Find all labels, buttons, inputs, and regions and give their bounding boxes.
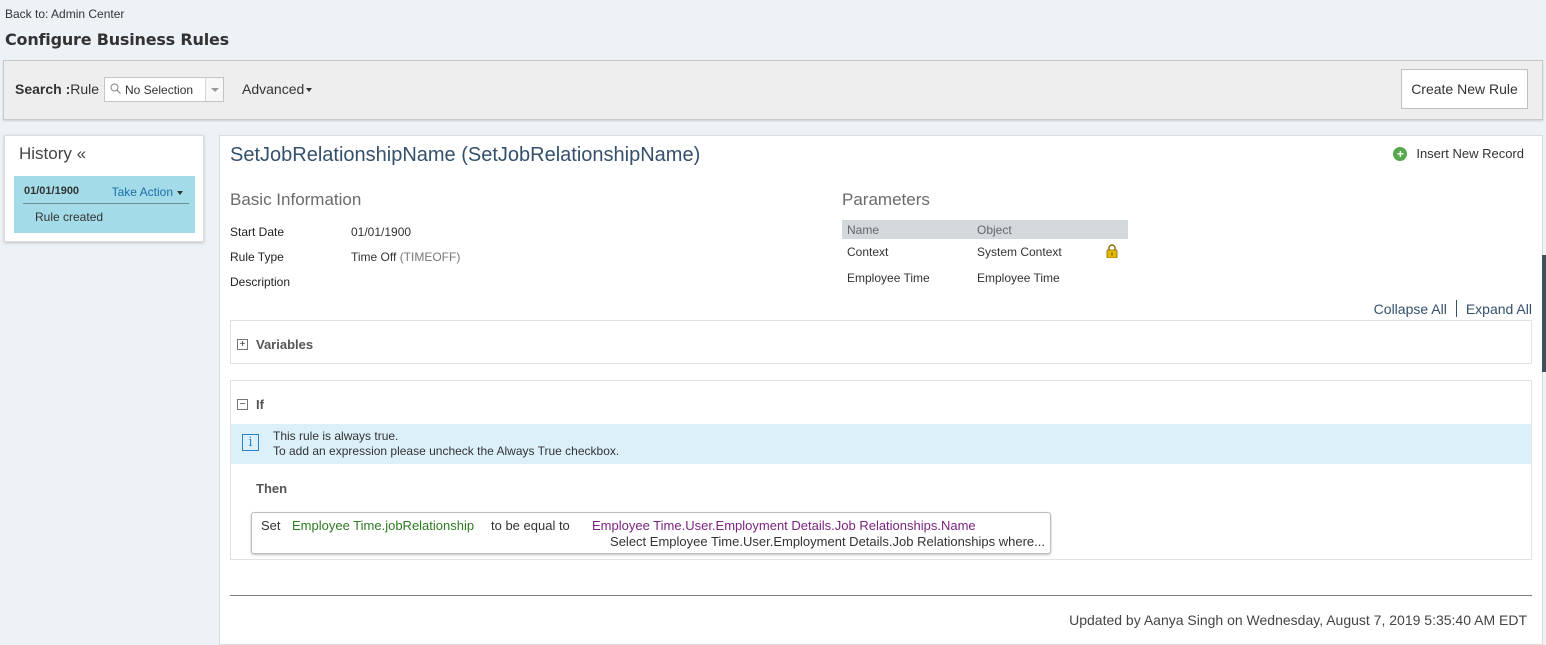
history-date: 01/01/1900 — [24, 185, 80, 197]
search-toolbar: Search :Rule No Selection Advanced Creat… — [3, 60, 1543, 120]
divider — [230, 595, 1532, 596]
rule-title: SetJobRelationshipName (SetJobRelationsh… — [230, 144, 701, 166]
collapse-all-link[interactable]: Collapse All — [1374, 301, 1447, 317]
parameter-object: System Context — [977, 245, 1062, 259]
rule-detail-panel: SetJobRelationshipName (SetJobRelationsh… — [219, 135, 1543, 645]
history-entry: 01/01/1900 Take Action Rule created — [14, 176, 195, 233]
parameter-object: Employee Time — [977, 271, 1060, 285]
advanced-menu-button[interactable]: Advanced — [242, 81, 313, 97]
expression-select-filter[interactable]: Select Employee Time.User.Employment Det… — [610, 534, 1045, 549]
insert-new-record-label: Insert New Record — [1416, 146, 1524, 161]
collapse-expand-links: Collapse All Expand All — [1374, 300, 1532, 317]
table-row: Employee Time Employee Time — [842, 265, 1128, 291]
description-label: Description — [230, 275, 291, 289]
divider — [23, 203, 189, 204]
scrollbar-thumb[interactable] — [1542, 255, 1546, 372]
rule-type-name: Time Off — [351, 250, 397, 264]
add-circle-icon: + — [1393, 146, 1408, 161]
rule-type-value: Time Off (TIMEOFF) — [351, 250, 460, 264]
caret-down-icon — [306, 88, 313, 93]
parameters-header-row: Name Object — [842, 220, 1128, 239]
take-action-menu[interactable]: Take Action — [112, 185, 183, 199]
rule-search-value: No Selection — [125, 83, 194, 97]
expression-target-field[interactable]: Employee Time.jobRelationship — [292, 518, 474, 533]
parameters-table: Name Object Context System Context Emplo… — [842, 220, 1128, 291]
history-panel: History « 01/01/1900 Take Action Rule cr… — [4, 135, 204, 242]
search-label: Search :Rule — [15, 81, 99, 97]
expression-set-keyword: Set — [261, 518, 281, 533]
insert-new-record-button[interactable]: + Insert New Record — [1393, 146, 1524, 161]
parameters-heading: Parameters — [842, 190, 930, 209]
lock-icon — [1106, 244, 1118, 258]
column-header-name: Name — [847, 223, 880, 237]
if-label[interactable]: If — [256, 397, 264, 412]
then-label: Then — [256, 481, 288, 496]
expand-all-link[interactable]: Expand All — [1466, 301, 1532, 317]
info-message-line-2: To add an expression please uncheck the … — [273, 444, 620, 458]
variables-label[interactable]: Variables — [256, 337, 313, 352]
column-header-object: Object — [977, 223, 1012, 237]
parameter-name: Context — [847, 245, 889, 259]
back-to-admin-center-link[interactable]: Back to: Admin Center — [5, 7, 124, 21]
caret-down-icon — [177, 190, 183, 195]
info-icon: i — [242, 434, 259, 451]
rule-search-select[interactable]: No Selection — [104, 77, 224, 102]
page-title: Configure Business Rules — [5, 30, 229, 49]
start-date-label: Start Date — [230, 225, 285, 239]
basic-information-heading: Basic Information — [230, 190, 362, 209]
variables-section: + Variables — [230, 320, 1532, 364]
expression-value-field[interactable]: Employee Time.User.Employment Details.Jo… — [592, 518, 976, 533]
history-note: Rule created — [35, 210, 104, 224]
search-label-bold: Search : — [15, 81, 71, 97]
always-true-info-message: i This rule is always true. To add an ex… — [231, 424, 1531, 464]
history-title-toggle[interactable]: History « — [19, 144, 86, 164]
info-message-line-1: This rule is always true. — [273, 429, 399, 443]
expand-plus-icon[interactable]: + — [237, 339, 248, 350]
create-new-rule-button[interactable]: Create New Rule — [1401, 69, 1528, 109]
take-action-label: Take Action — [111, 185, 173, 199]
expression-operator[interactable]: to be equal to — [491, 518, 570, 533]
divider — [1455, 300, 1457, 317]
advanced-label: Advanced — [242, 81, 305, 97]
parameter-name: Employee Time — [847, 271, 930, 285]
table-row: Context System Context — [842, 239, 1128, 265]
if-section: − If i This rule is always true. To add … — [230, 380, 1532, 560]
chevron-down-icon[interactable] — [205, 78, 223, 101]
search-label-rule: Rule — [70, 81, 100, 97]
then-expression[interactable]: Set Employee Time.jobRelationship to be … — [251, 512, 1051, 554]
start-date-value: 01/01/1900 — [351, 225, 412, 239]
collapse-minus-icon[interactable]: − — [237, 399, 248, 410]
search-icon — [110, 83, 121, 94]
rule-type-label: Rule Type — [230, 250, 284, 264]
last-updated-text: Updated by Aanya Singh on Wednesday, Aug… — [1069, 612, 1527, 628]
rule-type-code: (TIMEOFF) — [399, 250, 461, 264]
